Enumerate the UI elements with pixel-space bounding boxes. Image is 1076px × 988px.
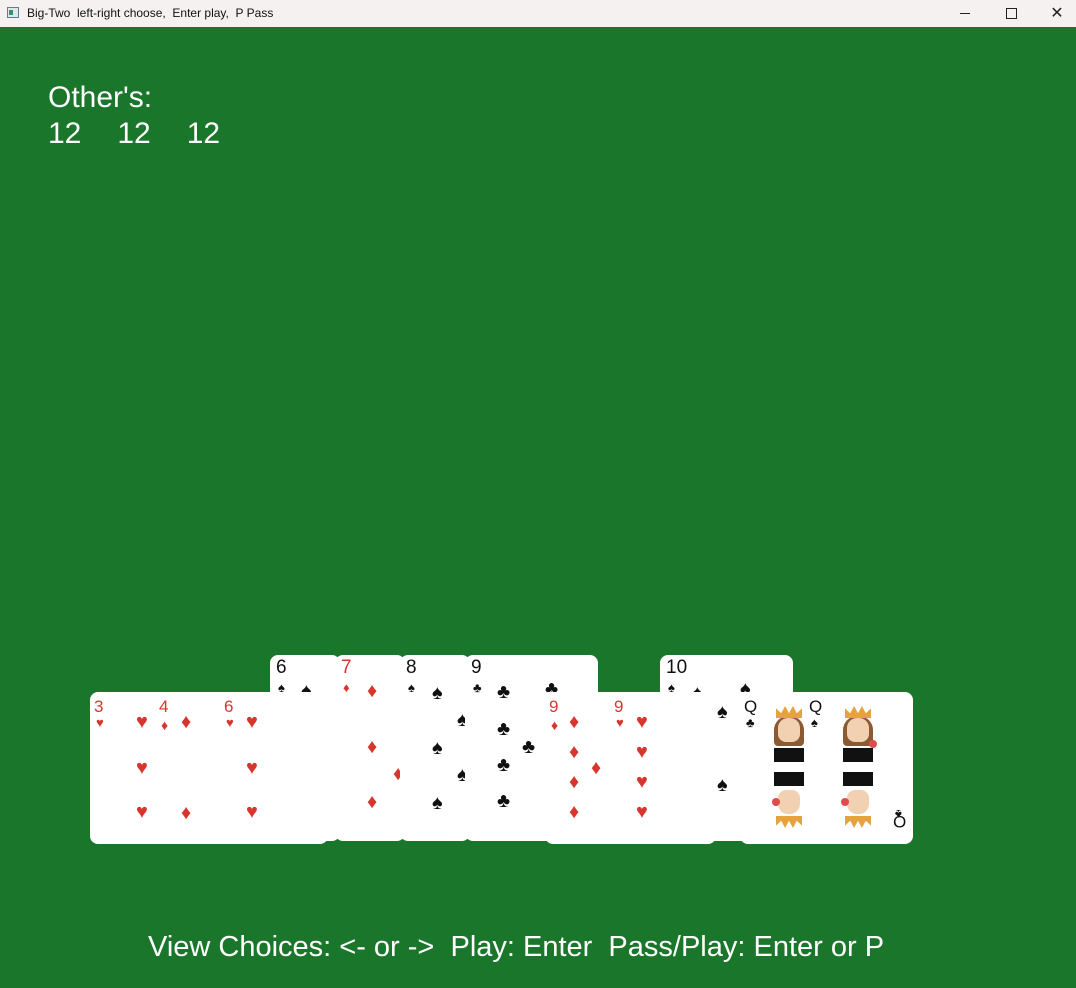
card-rank: 9 <box>471 657 482 678</box>
heart-icon: ♥ <box>226 715 234 730</box>
diamond-icon: ♦ <box>367 680 378 702</box>
heart-icon: ♥ <box>636 741 648 763</box>
club-icon: ♣ <box>473 680 482 695</box>
spade-icon: ♠ <box>717 701 728 723</box>
diamond-icon: ♦ <box>569 741 580 763</box>
card-q-spades[interactable]: Q ♠ Q ♠ <box>805 692 913 844</box>
heart-icon: ♥ <box>96 715 104 730</box>
diamond-icon: ♦ <box>569 711 580 733</box>
heart-icon: ♥ <box>246 801 258 823</box>
heart-icon: ♥ <box>136 801 148 823</box>
card-3-hearts[interactable]: 3 ♥ ♥ ♥ ♥ <box>90 692 160 844</box>
club-icon: ♣ <box>497 790 511 812</box>
spade-icon: ♠ <box>432 682 443 704</box>
card-4-diamonds[interactable]: 4 ♦ ♦ ♦ <box>155 692 225 844</box>
club-icon: ♣ <box>497 754 511 776</box>
controls-hint: View Choices: <- or -> Play: Enter Pass/… <box>148 931 885 963</box>
diamond-icon: ♦ <box>181 711 192 733</box>
card-rank: 10 <box>666 657 688 678</box>
heart-icon: ♥ <box>246 757 258 779</box>
spade-icon: ♠ <box>895 807 902 822</box>
card-6-hearts[interactable]: 6 ♥ ♥ ♥ ♥ <box>220 692 328 844</box>
card-8-spades[interactable]: 8 ♠ ♠ ♠ ♠ ♠ ♠ <box>400 655 470 841</box>
heart-icon: ♥ <box>636 801 648 823</box>
player-hand: 6 ♠ ♠ ♠ ♠ 7 ♦ ♦ ♦ ♦ ♦ 8 ♠ ♠ ♠ ♠ ♠ ♠ 9 ♣ … <box>0 0 1076 988</box>
spade-icon: ♠ <box>432 737 443 759</box>
spade-icon: ♠ <box>717 774 728 796</box>
diamond-icon: ♦ <box>591 757 602 779</box>
club-icon: ♣ <box>497 681 511 703</box>
diamond-icon: ♦ <box>551 717 559 733</box>
card-rank: 8 <box>406 657 417 678</box>
club-icon: ♣ <box>522 736 536 758</box>
diamond-icon: ♦ <box>367 791 378 813</box>
card-rank: 6 <box>276 657 287 678</box>
diamond-icon: ♦ <box>569 801 580 823</box>
club-icon: ♣ <box>746 715 755 730</box>
heart-icon: ♥ <box>136 757 148 779</box>
card-9-diamonds[interactable]: 9 ♦ ♦ ♦ ♦ ♦ ♦ <box>545 692 615 844</box>
card-9-hearts[interactable]: 9 ♥ ♥ ♥ ♥ ♥ <box>610 692 716 844</box>
diamond-icon: ♦ <box>569 771 580 793</box>
heart-icon: ♥ <box>616 715 624 730</box>
queen-face-image <box>772 706 804 830</box>
spade-icon: ♠ <box>432 792 443 814</box>
club-icon: ♣ <box>497 718 511 740</box>
heart-icon: ♥ <box>136 711 148 733</box>
diamond-icon: ♦ <box>161 717 169 733</box>
heart-icon: ♥ <box>246 711 258 733</box>
card-q-clubs[interactable]: Q ♣ <box>740 692 810 844</box>
heart-icon: ♥ <box>636 711 648 733</box>
heart-icon: ♥ <box>636 771 648 793</box>
diamond-icon: ♦ <box>367 736 378 758</box>
diamond-icon: ♦ <box>181 802 192 824</box>
card-7-diamonds[interactable]: 7 ♦ ♦ ♦ ♦ ♦ <box>335 655 405 841</box>
spade-icon: ♠ <box>811 715 818 730</box>
diamond-icon: ♦ <box>343 680 350 695</box>
spade-icon: ♠ <box>408 680 415 695</box>
queen-face-image <box>841 706 877 830</box>
card-rank: 7 <box>341 657 352 678</box>
